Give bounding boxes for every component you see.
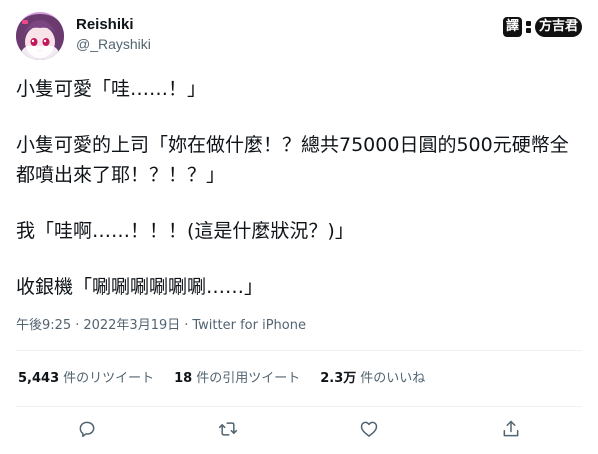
divider	[16, 406, 582, 407]
tweet-paragraph: 小隻可愛「哇……！」	[16, 78, 207, 100]
reply-button[interactable]	[74, 416, 100, 442]
retweet-button[interactable]	[215, 416, 241, 442]
author-handle[interactable]: @_Rayshiki	[76, 34, 151, 54]
likes-count: 2.3万	[320, 371, 357, 386]
share-icon	[503, 420, 519, 437]
likes-label: 件のいいね	[360, 371, 426, 386]
meta-separator: ·	[75, 318, 80, 333]
translator-name: 方吉君	[534, 17, 582, 37]
divider	[16, 350, 582, 351]
tweet-stats: 5,443 件のリツイート 18 件の引用ツイート 2.3万 件のいいね	[18, 369, 425, 389]
tweet-meta: 午後9:25 · 2022年3月19日 · Twitter for iPhone	[16, 316, 306, 336]
avatar[interactable]	[16, 12, 64, 60]
likes-stat[interactable]: 2.3万 件のいいね	[320, 369, 425, 389]
author-names: Reishiki @_Rayshiki	[76, 16, 151, 54]
like-button[interactable]	[356, 416, 382, 442]
share-button[interactable]	[498, 416, 524, 442]
avatar-image	[16, 12, 64, 60]
translator-tag: 譯 方吉君	[502, 16, 582, 38]
retweet-icon	[218, 422, 238, 436]
tweet-date[interactable]: 2022年3月19日	[83, 318, 180, 333]
retweets-label: 件のリツイート	[63, 371, 155, 386]
tweet-actions	[16, 412, 582, 446]
quotes-label: 件の引用ツイート	[196, 371, 301, 386]
tweet-paragraph: 小隻可愛的上司「妳在做什麼！？總共75000日圓的500元硬幣全都噴出來了耶！？…	[16, 134, 569, 186]
retweets-stat[interactable]: 5,443 件のリツイート	[18, 369, 154, 389]
tweet-paragraph: 我「哇啊……！！！(這是什麼狀況？)」	[16, 220, 354, 242]
tweet-card: Reishiki @_Rayshiki 譯 方吉君 小隻可愛「哇……！」 小隻可…	[0, 0, 598, 454]
tweet-text: 小隻可愛「哇……！」 小隻可愛的上司「妳在做什麼！？總共75000日圓的500元…	[16, 74, 582, 302]
like-icon	[360, 421, 378, 437]
tweet-source[interactable]: Twitter for iPhone	[192, 318, 306, 333]
retweets-count: 5,443	[18, 371, 60, 386]
tweet-header: Reishiki @_Rayshiki 譯 方吉君	[16, 12, 582, 62]
quotes-stat[interactable]: 18 件の引用ツイート	[174, 369, 300, 389]
tweet-paragraph: 收銀機「唰唰唰唰唰唰……」	[16, 276, 264, 298]
translator-label: 譯	[502, 17, 522, 37]
author-display-name[interactable]: Reishiki	[76, 16, 151, 34]
reply-icon	[79, 421, 95, 438]
quotes-count: 18	[174, 371, 193, 386]
meta-separator: ·	[184, 318, 189, 333]
colon-icon	[525, 20, 532, 34]
tweet-time[interactable]: 午後9:25	[16, 318, 71, 333]
